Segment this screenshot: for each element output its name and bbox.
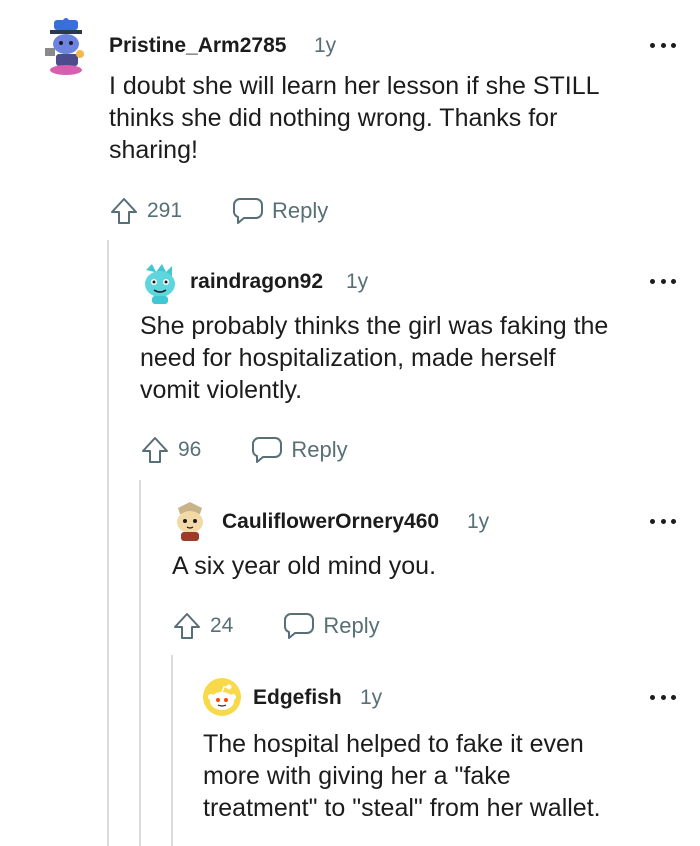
username[interactable]: Pristine_Arm2785	[109, 34, 286, 58]
timestamp: 1y	[360, 686, 383, 709]
thread-line-level-1	[107, 240, 109, 846]
reply-label: Reply	[323, 613, 380, 638]
upvote-button[interactable]: 291	[109, 196, 182, 226]
comment-body: She probably thinks the girl was faking …	[140, 312, 609, 404]
dragon-avatar-icon	[145, 264, 175, 304]
upvote-arrow-icon	[142, 437, 168, 463]
comment-actions: 24 Reply	[172, 608, 380, 644]
reply-button[interactable]: Reply	[283, 611, 380, 641]
comment: Edgefish 1y The hospital helped to fake …	[203, 678, 676, 838]
thread-line-level-3	[171, 655, 173, 846]
vote-count: 291	[147, 199, 183, 222]
username[interactable]: raindragon92	[190, 270, 323, 294]
reply-label: Reply	[272, 198, 329, 223]
vote-count: 24	[210, 614, 234, 637]
comment-bubble-icon	[233, 198, 264, 224]
more-options-icon[interactable]	[650, 692, 676, 702]
upvote-button[interactable]: 24	[172, 611, 233, 641]
more-options-icon[interactable]	[650, 276, 676, 286]
avatar[interactable]	[40, 18, 92, 76]
avatar[interactable]	[172, 502, 208, 542]
timestamp: 1y	[467, 510, 490, 533]
snoo-avatar-icon	[45, 18, 84, 75]
reply-label: Reply	[291, 437, 348, 462]
comment-body: The hospital helped to fake it even more…	[203, 730, 601, 822]
comment-actions: 96 Reply	[140, 432, 348, 468]
comment-bubble-icon	[284, 613, 315, 639]
thread-line-level-2	[139, 480, 141, 846]
upvote-arrow-icon	[174, 613, 200, 639]
upvote-button[interactable]: 96	[140, 435, 201, 465]
comment: CauliflowerOrnery460 1y A six year old m…	[172, 502, 676, 652]
comment-body: I doubt she will learn her lesson if she…	[109, 72, 600, 164]
comment-body: A six year old mind you.	[172, 552, 437, 580]
username[interactable]: CauliflowerOrnery460	[222, 510, 439, 534]
reply-button[interactable]: Reply	[251, 435, 348, 465]
timestamp: 1y	[346, 270, 369, 293]
comment-bubble-icon	[252, 437, 283, 463]
avatar[interactable]	[203, 678, 241, 716]
cat-avatar-icon	[177, 502, 203, 541]
more-options-icon[interactable]	[650, 516, 676, 526]
default-snoo-icon	[208, 684, 236, 710]
timestamp: 1y	[314, 34, 337, 57]
comment: raindragon92 1y She probably thinks the …	[140, 262, 676, 482]
comment-actions: 291 Reply	[109, 193, 328, 229]
comment: Pristine_Arm2785 1y I doubt she will lea…	[40, 18, 676, 238]
upvote-arrow-icon	[111, 198, 137, 224]
more-options-icon[interactable]	[650, 40, 676, 50]
vote-count: 96	[178, 438, 202, 461]
avatar[interactable]	[140, 262, 180, 306]
username[interactable]: Edgefish	[253, 686, 342, 710]
reply-button[interactable]: Reply	[232, 196, 328, 226]
